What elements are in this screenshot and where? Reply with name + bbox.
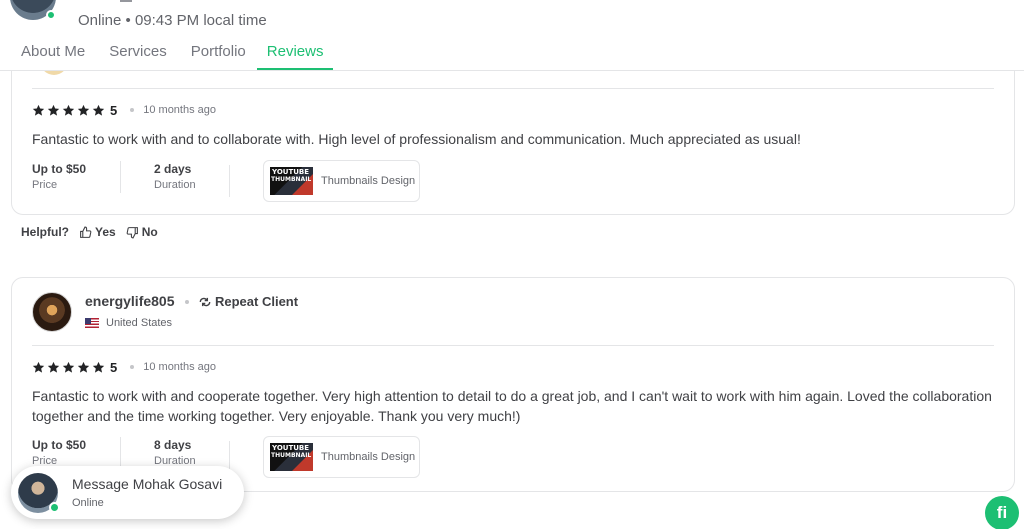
repeat-icon <box>199 297 211 306</box>
separator-dot <box>130 365 135 369</box>
rating-value: 5 <box>110 102 118 118</box>
review-meta: Up to $50 Price 2 days Duration <box>32 161 262 197</box>
helpful-feedback: Helpful? Yes No <box>21 225 158 239</box>
country-name: United States <box>106 317 173 329</box>
star-icon <box>62 361 75 373</box>
helpful-label: Helpful? <box>21 225 69 239</box>
gig-link[interactable]: Thumbnails Design <box>263 160 420 202</box>
message-seller-button[interactable]: Message Mohak Gosavi Online <box>11 466 244 519</box>
star-icon <box>47 361 60 373</box>
helpful-yes-button[interactable]: Yes <box>79 225 116 239</box>
thumbs-up-icon <box>80 226 92 238</box>
price-label: Price <box>32 179 58 191</box>
price-value: Up to $50 <box>32 438 87 452</box>
tab-services[interactable]: Services <box>109 40 167 70</box>
helpful-no-button[interactable]: No <box>126 225 158 239</box>
duration-block: 2 days Duration <box>121 161 262 193</box>
thumbs-down-icon <box>126 226 138 238</box>
gig-thumbnail <box>270 167 313 195</box>
divider <box>32 345 994 346</box>
profile-tabs: About Me Services Portfolio Reviews <box>0 40 334 71</box>
price-value: Up to $50 <box>32 162 87 176</box>
duration-label: Duration <box>154 179 196 191</box>
star-icon <box>32 104 45 116</box>
divider <box>32 88 994 89</box>
seller-status: Online • 09:43 PM local time <box>78 12 267 29</box>
fiverr-logo-icon[interactable]: fi <box>985 496 1019 529</box>
duration-block: 8 days Duration <box>121 437 262 469</box>
chat-text: Message Mohak Gosavi Online <box>72 476 222 509</box>
seller-avatar <box>18 472 60 513</box>
online-indicator <box>49 501 60 513</box>
gig-thumbnail <box>270 443 313 471</box>
online-indicator <box>46 10 56 20</box>
review-time: 10 months ago <box>143 361 217 373</box>
duration-value: 8 days <box>154 438 192 452</box>
seller-avatar[interactable] <box>10 0 56 20</box>
star-icon <box>47 104 60 116</box>
helpful-yes-label: Yes <box>95 225 116 239</box>
rating-value: 5 <box>110 359 118 375</box>
star-icon <box>62 104 75 116</box>
us-flag-icon <box>85 318 99 328</box>
repeat-client-label: Repeat Client <box>215 294 299 309</box>
separator-dot <box>185 300 189 304</box>
review-rating: 5 10 months ago <box>32 359 216 375</box>
star-rating <box>32 104 107 117</box>
star-icon <box>32 361 45 373</box>
star-icon <box>92 104 105 116</box>
review-text: Fantastic to work with and to collaborat… <box>32 131 801 147</box>
chat-title: Message Mohak Gosavi <box>72 476 223 492</box>
gig-link[interactable]: Thumbnails Design <box>263 436 420 478</box>
tab-portfolio[interactable]: Portfolio <box>191 40 246 70</box>
star-rating <box>32 361 107 374</box>
duration-value: 2 days <box>154 162 192 176</box>
star-icon <box>77 361 90 373</box>
review-rating: 5 10 months ago <box>32 102 216 118</box>
review-text: Fantastic to work with and cooperate tog… <box>32 388 992 424</box>
price-block: Up to $50 Price <box>32 161 120 193</box>
tab-reviews[interactable]: Reviews <box>256 40 334 70</box>
gig-title: Thumbnails Design <box>321 175 416 187</box>
helpful-no-label: No <box>141 225 158 239</box>
gig-title: Thumbnails Design <box>321 451 416 463</box>
meta-divider <box>229 165 230 197</box>
star-icon <box>77 104 90 116</box>
tab-about-me[interactable]: About Me <box>21 40 85 70</box>
review-time: 10 months ago <box>143 104 217 116</box>
repeat-client-badge: Repeat Client <box>198 294 298 309</box>
separator-dot <box>130 108 135 112</box>
chat-status: Online <box>72 497 104 509</box>
seller-name-cropped <box>120 0 132 2</box>
review-card: energylife805 Repeat Client United State… <box>11 277 1015 492</box>
seller-profile-page: Online • 09:43 PM local time About Me Se… <box>0 0 1024 529</box>
reviewer-name[interactable]: energylife805 <box>85 293 175 309</box>
price-block: Up to $50 Price <box>32 437 120 469</box>
star-icon <box>92 361 105 373</box>
profile-header: Online • 09:43 PM local time About Me Se… <box>0 0 1024 71</box>
reviewer-country: United States <box>85 317 172 329</box>
reviewer-avatar[interactable] <box>32 292 72 332</box>
